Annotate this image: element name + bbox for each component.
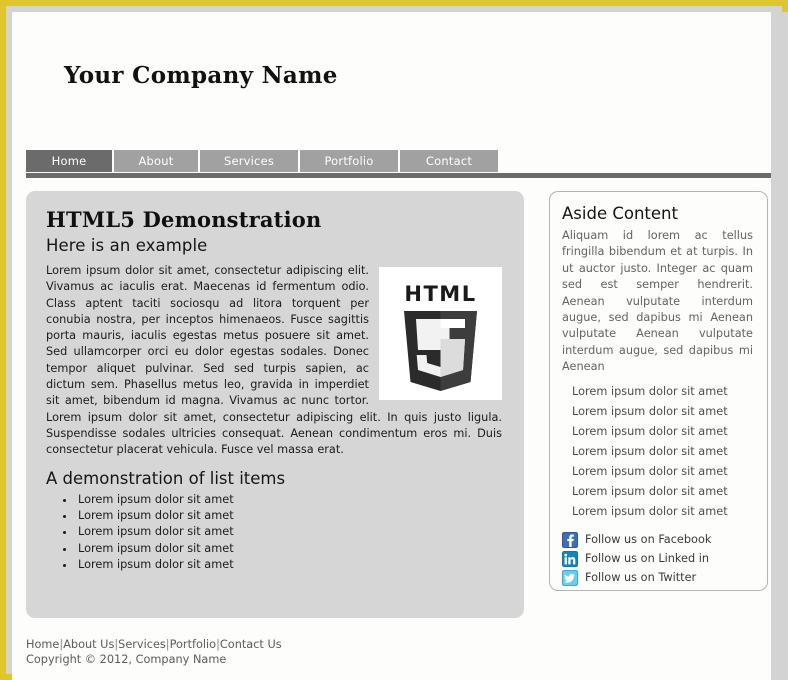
- nav-list: Home About Services Portfolio Contact: [26, 150, 498, 172]
- social-link-label: Follow us on Facebook: [585, 532, 712, 546]
- site-footer: Home|About Us|Services|Portfolio|Contact…: [12, 634, 771, 680]
- aside-paragraph: Aliquam id lorem ac tellus fringilla bib…: [562, 229, 753, 374]
- list-item: Lorem ipsum dolor sit amet: [76, 508, 502, 524]
- main-navigation: Home About Services Portfolio Contact: [12, 150, 771, 178]
- list-item: Lorem ipsum dolor sit amet: [572, 484, 728, 498]
- nav-item-services: Services: [200, 150, 300, 172]
- html5-logo-icon: HTML: [379, 267, 502, 400]
- social-link-label: Follow us on Twitter: [585, 570, 697, 584]
- list-item: Lorem ipsum dolor sit amet: [572, 444, 728, 458]
- social-link-twitter[interactable]: Follow us on Twitter: [562, 569, 753, 586]
- nav-link-services[interactable]: Services: [200, 150, 300, 172]
- footer-navigation: Home|About Us|Services|Portfolio|Contact…: [26, 638, 282, 651]
- social-links-list: Follow us on Facebook Follow us on Linke…: [562, 531, 753, 586]
- aside-list: Lorem ipsum dolor sit amet Lorem ipsum d…: [562, 382, 753, 522]
- facebook-icon: [562, 531, 578, 548]
- footer-link-portfolio[interactable]: Portfolio: [170, 638, 216, 651]
- list-item: Lorem ipsum dolor sit amet: [76, 492, 502, 508]
- aside-heading: Aside Content: [562, 204, 678, 223]
- nav-item-about: About: [114, 150, 200, 172]
- footer-link-contact-us[interactable]: Contact Us: [220, 638, 282, 651]
- nav-underline: [26, 173, 771, 178]
- list-item: Lorem ipsum dolor sit amet: [572, 464, 728, 478]
- nav-item-contact: Contact: [400, 150, 498, 172]
- demo-list: Lorem ipsum dolor sit amet Lorem ipsum d…: [46, 492, 502, 574]
- nav-link-contact[interactable]: Contact: [400, 150, 498, 172]
- list-item: Lorem ipsum dolor sit amet: [76, 557, 502, 573]
- list-heading: A demonstration of list items: [46, 468, 286, 488]
- linkedin-icon: [562, 550, 578, 567]
- aside-panel: Aside Content Aliquam id lorem ac tellus…: [549, 191, 768, 591]
- social-link-facebook[interactable]: Follow us on Facebook: [562, 531, 753, 548]
- social-link-label: Follow us on Linked in: [585, 551, 710, 565]
- nav-link-about[interactable]: About: [114, 150, 200, 172]
- nav-link-home[interactable]: Home: [26, 150, 114, 172]
- list-item: Lorem ipsum dolor sit amet: [76, 524, 502, 540]
- social-link-linkedin[interactable]: Follow us on Linked in: [562, 550, 753, 567]
- nav-item-home: Home: [26, 150, 114, 172]
- page-title: Your Company Name: [64, 62, 338, 89]
- vertical-scrollbar[interactable]: [771, 12, 788, 680]
- web-page: Your Company Name Home About Services Po…: [12, 12, 771, 680]
- footer-link-home[interactable]: Home: [26, 638, 59, 651]
- main-content-panel: HTML5 Demonstration Here is an example H…: [26, 191, 524, 618]
- nav-item-portfolio: Portfolio: [300, 150, 400, 172]
- footer-copyright: Copyright © 2012, Company Name: [26, 653, 227, 666]
- list-item: Lorem ipsum dolor sit amet: [572, 404, 728, 418]
- list-item: Lorem ipsum dolor sit amet: [76, 541, 502, 557]
- list-item: Lorem ipsum dolor sit amet: [572, 424, 728, 438]
- twitter-icon: [562, 569, 578, 586]
- footer-link-about-us[interactable]: About Us: [63, 638, 114, 651]
- browser-frame: Your Company Name Home About Services Po…: [0, 0, 788, 680]
- nav-link-portfolio[interactable]: Portfolio: [300, 150, 400, 172]
- svg-text:HTML: HTML: [404, 282, 476, 306]
- list-item: Lorem ipsum dolor sit amet: [572, 504, 728, 518]
- main-heading: HTML5 Demonstration: [46, 207, 322, 232]
- main-subheading: Here is an example: [46, 236, 208, 255]
- browser-viewport: Your Company Name Home About Services Po…: [12, 12, 788, 680]
- site-header: Your Company Name: [12, 12, 771, 143]
- list-item: Lorem ipsum dolor sit amet: [572, 384, 728, 398]
- footer-link-services[interactable]: Services: [118, 638, 166, 651]
- scrollbar-thumb[interactable]: [772, 12, 787, 680]
